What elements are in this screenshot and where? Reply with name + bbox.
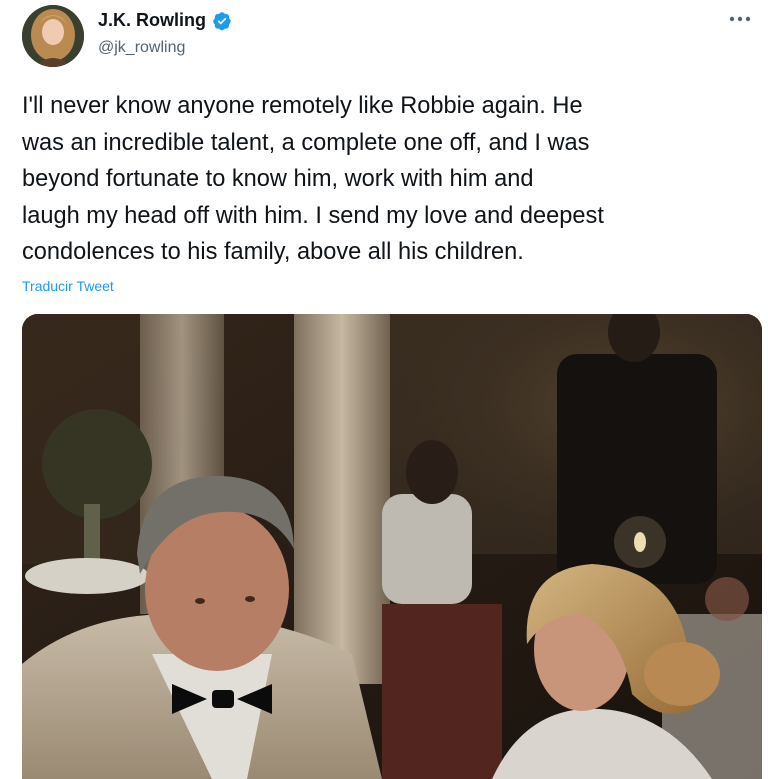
- tweet-card: J.K. Rowling @jk_rowling I'll never know…: [0, 0, 768, 779]
- author-avatar[interactable]: [22, 5, 84, 67]
- tweet-text: I'll never know anyone remotely like Rob…: [22, 88, 760, 271]
- author-display-name[interactable]: J.K. Rowling: [98, 10, 206, 31]
- tweet-text-line: beyond fortunate to know him, work with …: [22, 166, 534, 192]
- photo-restaurant-scene: [22, 314, 762, 779]
- tweet-text-line: was an incredible talent, a complete one…: [22, 129, 590, 156]
- more-options-button[interactable]: [726, 8, 754, 30]
- author-handle[interactable]: @jk_rowling: [98, 39, 185, 57]
- tweet-text-line: condolences to his family, above all his…: [22, 239, 524, 265]
- avatar-photo-icon: [22, 5, 84, 67]
- tweet-media-photo[interactable]: [22, 314, 762, 779]
- translate-tweet-link[interactable]: Traducir Tweet: [22, 278, 114, 294]
- tweet-text-line: I'll never know anyone remotely like Rob…: [22, 93, 583, 119]
- tweet-text-line: laugh my head off with him. I send my lo…: [22, 202, 604, 229]
- more-options-icon: [729, 16, 751, 22]
- verified-badge-icon: [212, 11, 232, 31]
- author-name-row: J.K. Rowling: [98, 10, 232, 31]
